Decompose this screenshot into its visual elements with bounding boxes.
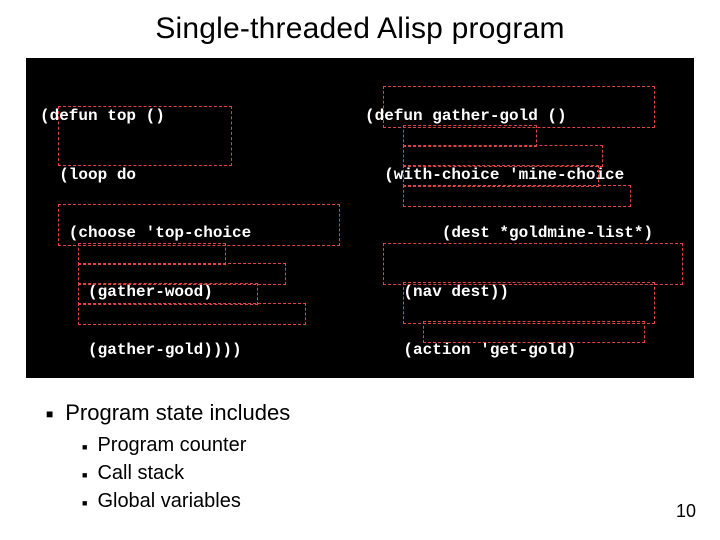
- code-line: (dest *goldmine-list*): [365, 224, 680, 244]
- highlight-box: [383, 243, 683, 285]
- highlight-box: [78, 303, 306, 325]
- highlight-box: [403, 145, 603, 167]
- bullet-icon: ■: [82, 490, 87, 516]
- code-line: (defun top (): [40, 107, 355, 127]
- highlight-box: [403, 125, 537, 147]
- notes-item: Call stack: [97, 462, 184, 485]
- page-number: 10: [676, 501, 696, 522]
- code-panel: (defun top () (loop do (choose 'top-choi…: [26, 58, 694, 378]
- notes-heading: Program state includes: [65, 400, 290, 426]
- code-line: (nav dest)): [365, 283, 680, 303]
- bullet-icon: ■: [82, 462, 87, 488]
- code-line: (choose 'top-choice: [40, 224, 355, 244]
- code-line: (gather-gold)))): [40, 341, 355, 361]
- bullet-level2: ■ Call stack: [82, 462, 290, 488]
- slide: Single-threaded Alisp program (defun top…: [0, 0, 720, 540]
- code-left-col: (defun top () (loop do (choose 'top-choi…: [40, 68, 355, 364]
- highlight-box: [78, 243, 226, 265]
- highlight-box: [423, 321, 645, 343]
- notes-section: ■ Program state includes ■ Program count…: [46, 400, 290, 518]
- code-line: (with-choice 'forest-choice: [40, 517, 355, 537]
- code-line: (gather-wood): [40, 283, 355, 303]
- code-line: [365, 517, 680, 537]
- highlight-box: [403, 185, 631, 207]
- code-line: (defun gather-gold (): [365, 107, 680, 127]
- bullet-level1: ■ Program state includes: [46, 400, 290, 428]
- code-line: (action 'dropoff))): [365, 458, 680, 478]
- bullet-level2: ■ Global variables: [82, 490, 290, 516]
- bullet-icon: ■: [82, 434, 87, 460]
- code-line: (action 'get-gold): [365, 341, 680, 361]
- code-line: (loop do: [40, 166, 355, 186]
- code-right-col: (defun gather-gold () (with-choice 'mine…: [365, 68, 680, 364]
- code-line: (with-choice 'mine-choice: [365, 166, 680, 186]
- code-line: (nav *base-loc*)): [365, 400, 680, 420]
- slide-title: Single-threaded Alisp program: [0, 0, 720, 46]
- notes-item: Program counter: [97, 434, 246, 457]
- notes-item: Global variables: [97, 490, 240, 513]
- bullet-level2: ■ Program counter: [82, 434, 290, 460]
- bullet-icon: ■: [46, 400, 53, 428]
